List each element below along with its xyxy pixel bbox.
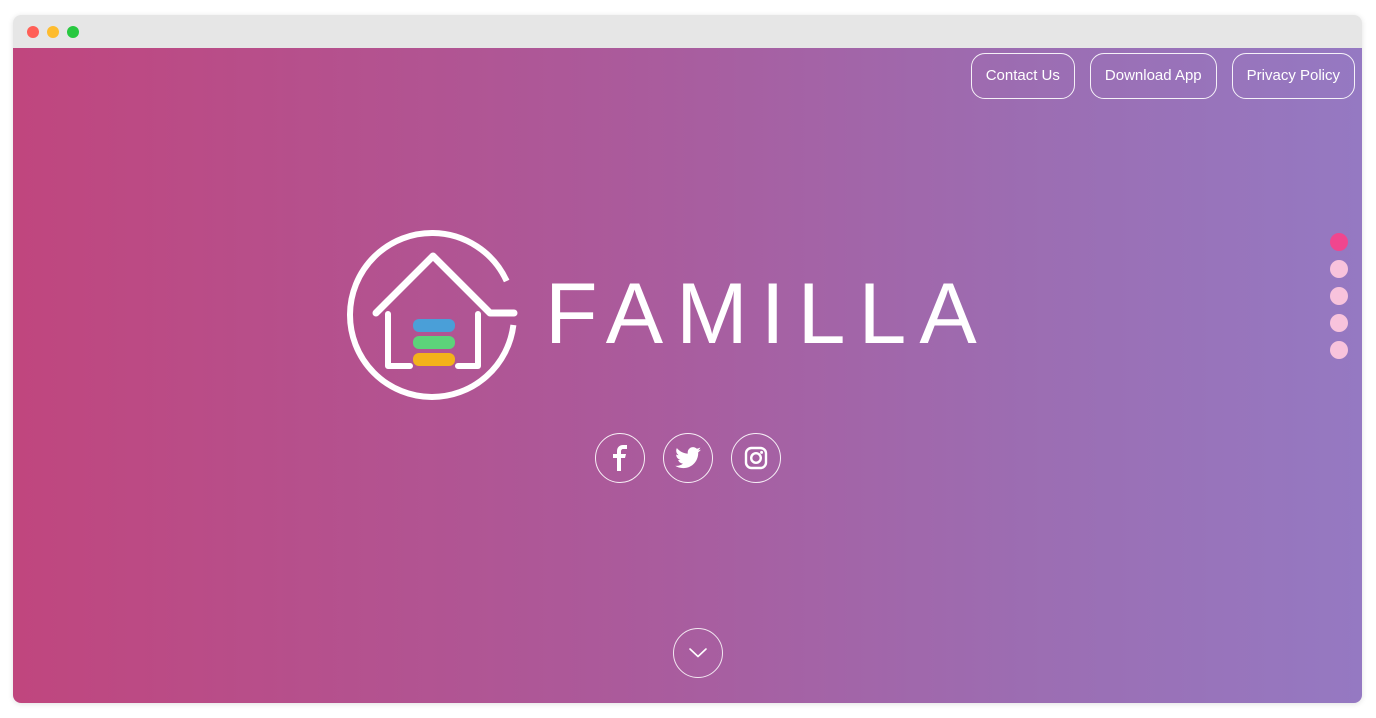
minimize-window-button[interactable] (47, 26, 59, 38)
instagram-button[interactable] (731, 433, 781, 483)
browser-window: Contact Us Download App Privacy Policy F… (13, 15, 1362, 703)
familla-logo (346, 228, 520, 402)
logo-bar-green (413, 336, 455, 349)
download-app-button[interactable]: Download App (1089, 53, 1217, 99)
maximize-window-button[interactable] (67, 26, 79, 38)
chevron-down-icon (689, 648, 707, 658)
page-indicator-2[interactable] (1330, 260, 1348, 278)
page-indicator-5[interactable] (1330, 341, 1348, 359)
facebook-button[interactable] (595, 433, 645, 483)
close-window-button[interactable] (27, 26, 39, 38)
contact-us-button[interactable]: Contact Us (970, 53, 1075, 99)
hero-section: Contact Us Download App Privacy Policy F… (13, 48, 1362, 703)
brand-name: FAMILLA (545, 266, 990, 362)
house-logo-icon (347, 229, 518, 400)
logo-bar-blue (413, 319, 455, 332)
facebook-icon (613, 445, 627, 471)
twitter-button[interactable] (663, 433, 713, 483)
page-indicator-3[interactable] (1330, 287, 1348, 305)
page-indicator-1[interactable] (1330, 233, 1348, 251)
privacy-policy-button[interactable]: Privacy Policy (1231, 53, 1355, 99)
logo-bar-yellow (413, 353, 455, 366)
section-pagination (1330, 233, 1348, 359)
title-bar (13, 15, 1362, 48)
scroll-down-button[interactable] (673, 628, 723, 678)
social-links (595, 433, 781, 483)
top-nav: Contact Us Download App Privacy Policy (970, 53, 1355, 99)
twitter-icon (675, 447, 701, 469)
page-indicator-4[interactable] (1330, 314, 1348, 332)
instagram-icon (744, 446, 768, 470)
